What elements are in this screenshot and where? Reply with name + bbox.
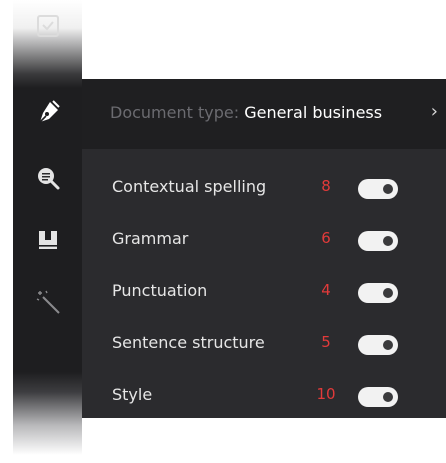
- magnifier-icon[interactable]: [13, 158, 82, 198]
- toggle-knob: [381, 234, 395, 248]
- issue-count: 4: [321, 281, 331, 299]
- rule-row-punctuation: Punctuation 4: [82, 271, 446, 315]
- document-type-value: General business: [244, 103, 383, 122]
- toggle-knob: [381, 390, 395, 404]
- toggle-knob: [381, 182, 395, 196]
- pen-nib-icon[interactable]: [13, 92, 82, 132]
- book-icon[interactable]: [13, 220, 82, 260]
- magic-wand-icon[interactable]: [13, 282, 82, 322]
- inbox-check-icon[interactable]: [13, 6, 82, 46]
- toggle-knob: [381, 338, 395, 352]
- document-type-caption: Document type:: [110, 103, 245, 122]
- rule-toggle[interactable]: [358, 335, 398, 355]
- issue-count: 6: [321, 229, 331, 247]
- rule-row-grammar: Grammar 6: [82, 219, 446, 263]
- rule-label: Style: [112, 385, 153, 404]
- rule-toggle[interactable]: [358, 387, 398, 407]
- sidebar: [13, 0, 82, 463]
- issue-count: 5: [321, 333, 331, 351]
- rule-toggle[interactable]: [358, 231, 398, 251]
- issue-count: 10: [316, 385, 336, 403]
- document-type-label: Document type: General business: [110, 103, 382, 122]
- rule-toggle[interactable]: [358, 283, 398, 303]
- rule-label: Grammar: [112, 229, 189, 248]
- issue-count: 8: [321, 177, 331, 195]
- rule-label: Punctuation: [112, 281, 208, 300]
- rule-toggle[interactable]: [358, 179, 398, 199]
- toggle-knob: [381, 286, 395, 300]
- rule-label: Contextual spelling: [112, 177, 267, 196]
- rule-row-sentence-structure: Sentence structure 5: [82, 323, 446, 367]
- rule-row-style: Style 10: [82, 375, 446, 419]
- document-type-selector[interactable]: Document type: General business ›: [82, 79, 446, 149]
- rule-row-contextual-spelling: Contextual spelling 8: [82, 167, 446, 211]
- proofing-panel: Document type: General business › Contex…: [82, 79, 446, 418]
- rule-label: Sentence structure: [112, 333, 265, 352]
- chevron-right-icon[interactable]: ›: [431, 101, 438, 122]
